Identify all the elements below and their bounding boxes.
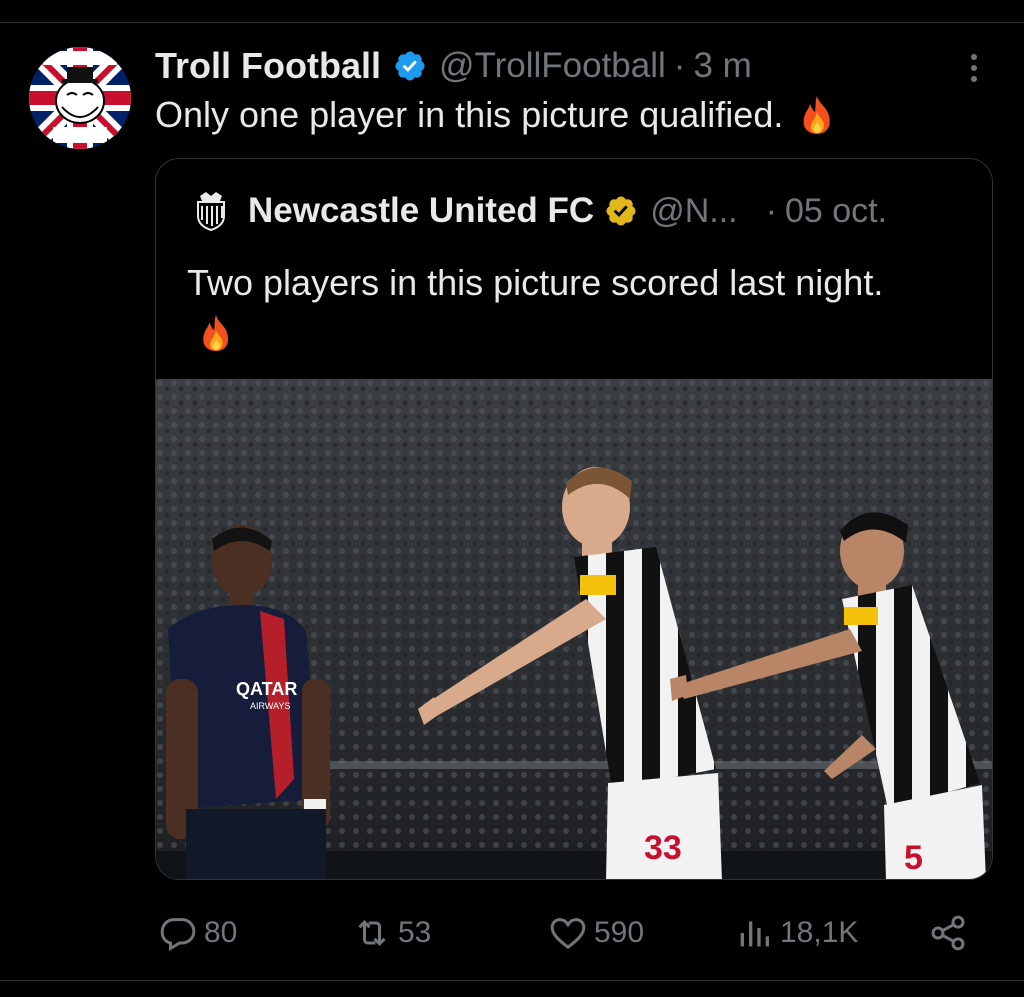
newcastle-crest-icon [197, 192, 225, 232]
tweet-text: Only one player in this picture qualifie… [155, 94, 837, 136]
bottom-divider [0, 980, 1024, 981]
more-options-icon[interactable] [960, 50, 988, 90]
quoted-text-content: Two players in this picture scored last … [187, 262, 884, 303]
quoted-tweet[interactable]: Newcastle United FC @N... · 05 oct. Two … [155, 158, 993, 880]
heart-icon [550, 918, 586, 950]
retweet-count: 53 [398, 916, 432, 949]
reply-icon [160, 918, 196, 952]
views-icon [740, 921, 769, 947]
retweet-icon [358, 920, 386, 946]
svg-text:AIRWAYS: AIRWAYS [250, 701, 290, 711]
fire-emoji-icon [203, 314, 229, 352]
share-icon [931, 915, 965, 951]
views-button[interactable]: 18,1K [734, 906, 858, 960]
reply-button[interactable]: 80 [158, 906, 237, 960]
share-button[interactable] [928, 906, 974, 960]
retweet-button[interactable]: 53 [352, 906, 431, 960]
quoted-date: 05 oct. [784, 191, 888, 230]
shirt-number-33: 33 [644, 829, 682, 867]
quoted-header: Newcastle United FC @N... · 05 oct. [190, 189, 887, 233]
quoted-handle[interactable]: @N... [650, 192, 737, 231]
separator: · [673, 46, 686, 85]
top-divider [0, 22, 1024, 23]
avatar-image [29, 47, 131, 149]
reply-count: 80 [204, 916, 238, 949]
quoted-text: Two players in this picture scored last … [187, 257, 907, 361]
shirt-number-5: 5 [904, 839, 923, 877]
avatar[interactable] [29, 47, 131, 149]
gold-verified-badge-icon[interactable] [604, 194, 638, 228]
display-name[interactable]: Troll Football [155, 45, 381, 87]
like-button[interactable]: 590 [548, 906, 644, 960]
views-count: 18,1K [780, 916, 859, 949]
verified-badge-icon[interactable] [393, 49, 427, 83]
like-count: 590 [594, 916, 645, 949]
tweet-text-content: Only one player in this picture qualifie… [155, 94, 784, 135]
quoted-photo[interactable]: QATAR AIRWAYS 33 5 [156, 379, 992, 879]
handle[interactable]: @TrollFootball [439, 46, 666, 86]
quoted-separator: · [765, 191, 777, 230]
tweet-header: Troll Football @TrollFootball · 3 m [155, 42, 752, 90]
football-players-photo: QATAR AIRWAYS 33 5 [156, 379, 992, 879]
fire-emoji-icon [803, 96, 831, 134]
quoted-display-name[interactable]: Newcastle United FC [248, 191, 594, 231]
timestamp[interactable]: 3 m [693, 46, 751, 86]
svg-text:QATAR: QATAR [236, 679, 297, 699]
action-bar: 80 53 590 18,1K [0, 906, 1024, 960]
